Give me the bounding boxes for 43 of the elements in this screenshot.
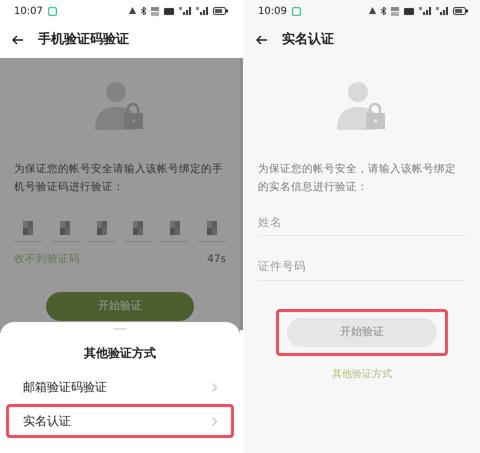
resend-link[interactable]: 收不到验证码 — [14, 252, 80, 268]
page-title: 手机验证码验证 — [38, 30, 129, 50]
instruction-text: 为保证您的帐号安全，请输入该帐号绑定的实名信息进行验证： — [257, 162, 457, 195]
battery-icon — [453, 7, 468, 15]
status-time: 10:07 — [14, 4, 43, 18]
start-verify-button[interactable]: 开始验证 — [287, 318, 437, 346]
pixelated-digit-icon — [133, 220, 144, 234]
bluetooth-icon — [141, 7, 146, 15]
signal-icon — [196, 7, 208, 15]
pixelated-digit-icon — [206, 220, 217, 234]
sheet-option[interactable]: 邮箱验证码验证 — [6, 370, 234, 404]
signal-icon — [419, 7, 431, 15]
chevron-right-icon — [212, 382, 217, 392]
sheet-title: 其他验证方式 — [83, 345, 157, 362]
other-methods-link[interactable]: 其他验证方式 — [332, 368, 392, 380]
status-time: 10:09 — [258, 4, 287, 18]
drag-handle[interactable] — [113, 328, 127, 330]
signal-icon — [179, 7, 191, 15]
pixelated-digit-icon — [96, 220, 107, 234]
bluetooth-icon — [381, 7, 386, 15]
notification-icon — [48, 6, 57, 16]
user-lock-icon — [95, 80, 145, 130]
back-arrow-icon — [12, 35, 24, 45]
pixelated-digit-icon — [23, 220, 33, 234]
back-button[interactable] — [12, 35, 24, 45]
pixelated-digit-icon — [60, 220, 70, 234]
pixelated-digit-icon — [170, 220, 180, 234]
countdown-text: 47s — [207, 252, 226, 267]
text-input-field[interactable]: 姓名 — [258, 210, 466, 236]
text-input-field[interactable]: 证件号码 — [258, 254, 466, 280]
chevron-right-icon — [212, 416, 217, 426]
option-label: 邮箱验证码验证 — [23, 379, 107, 396]
back-button[interactable] — [256, 35, 268, 45]
signal-icon — [436, 7, 448, 15]
battery-icon — [213, 7, 228, 15]
instruction-text: 为保证您的帐号安全请输入该帐号绑定的手机号验证码进行验证： — [13, 162, 224, 195]
option-label: 实名认证 — [23, 413, 71, 430]
notification-icon — [292, 6, 301, 16]
page-title: 实名认证 — [282, 30, 334, 50]
sheet-option[interactable]: 实名认证 — [6, 404, 234, 438]
user-lock-icon — [337, 80, 387, 130]
start-verify-button[interactable]: 开始验证 — [46, 292, 194, 321]
back-arrow-icon — [256, 35, 268, 45]
